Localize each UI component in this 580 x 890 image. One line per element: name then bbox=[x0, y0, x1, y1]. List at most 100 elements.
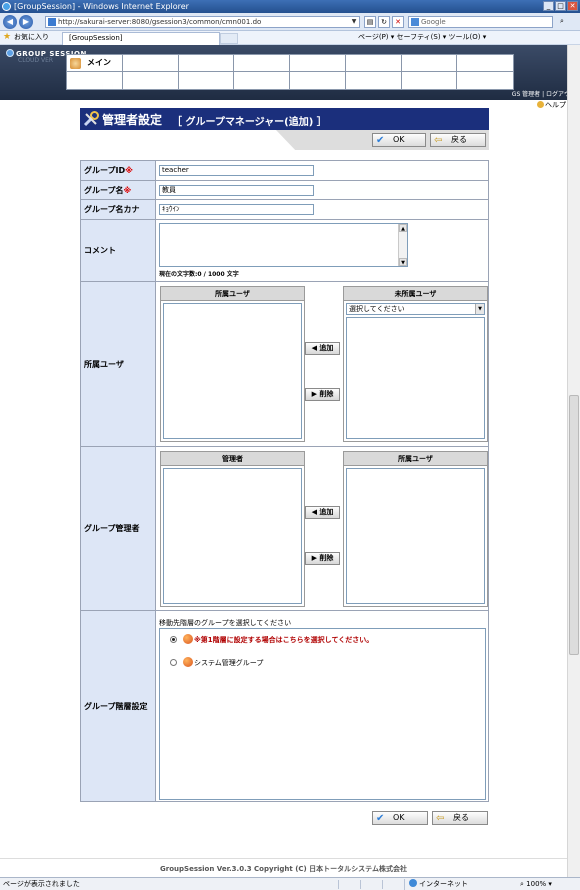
row-group-kana: グループ名カナ ｷｮｳｲﾝ bbox=[81, 200, 488, 220]
compat-view-icon[interactable]: ▤ bbox=[364, 16, 376, 28]
admin-remove-button[interactable]: ▶ 削除 bbox=[305, 552, 340, 565]
menu-cell[interactable] bbox=[234, 72, 290, 89]
refresh-icon[interactable]: ↻ bbox=[378, 16, 390, 28]
minimize-button[interactable]: _ bbox=[543, 1, 554, 11]
close-window-button[interactable]: ✕ bbox=[567, 1, 578, 11]
menu-cell[interactable] bbox=[457, 72, 513, 89]
security-zone[interactable]: インターネット bbox=[404, 879, 468, 890]
hierarchy-tree: ※第1階層に設定する場合はこちらを選択してください。 システム管理グループ bbox=[159, 628, 486, 800]
scroll-up-icon[interactable]: ▲ bbox=[399, 224, 407, 232]
members-add-button[interactable]: ◀ 追加 bbox=[305, 342, 340, 355]
menu-cell[interactable] bbox=[178, 55, 235, 72]
search-placeholder: Google bbox=[421, 18, 446, 26]
new-tab-button[interactable] bbox=[220, 33, 238, 44]
menu-cell[interactable] bbox=[67, 72, 123, 89]
window-title: [GroupSession] - Windows Internet Explor… bbox=[14, 2, 189, 11]
row-group-name: グループ名 ※ 教員 bbox=[81, 181, 488, 200]
page-subtitle: ［ グループマネージャー(追加) ］ bbox=[172, 117, 327, 128]
menu-cell[interactable] bbox=[402, 72, 458, 89]
required-mark: ※ bbox=[123, 185, 132, 195]
required-mark: ※ bbox=[125, 166, 133, 175]
row-group-id: グループID ※ teacher bbox=[81, 161, 488, 181]
maximize-button[interactable]: □ bbox=[555, 1, 566, 11]
back-nav-icon[interactable]: ◀ bbox=[3, 15, 17, 29]
chevron-down-icon[interactable]: ▼ bbox=[475, 304, 484, 314]
browser-tab[interactable]: [GroupSession] bbox=[62, 32, 220, 45]
page-scrollbar[interactable] bbox=[567, 45, 580, 877]
admin-members-listbox[interactable] bbox=[346, 468, 485, 604]
comment-label: コメント bbox=[81, 220, 156, 281]
menu-cell[interactable] bbox=[123, 72, 179, 89]
back-button-label: 戻る bbox=[451, 135, 467, 144]
group-kana-input[interactable]: ｷｮｳｲﾝ bbox=[159, 204, 314, 215]
scroll-down-icon[interactable]: ▼ bbox=[399, 258, 407, 266]
members-remove-button[interactable]: ▶ 削除 bbox=[305, 388, 340, 401]
menu-cell[interactable] bbox=[290, 55, 346, 72]
favorites-star-icon[interactable]: ★ bbox=[3, 33, 11, 42]
group-kana-label: グループ名カナ bbox=[81, 200, 156, 219]
group-icon bbox=[183, 657, 193, 667]
menu-cell[interactable] bbox=[346, 72, 402, 89]
forward-nav-icon[interactable]: ▶ bbox=[19, 15, 33, 29]
status-bar: ページが表示されました インターネット ⌕ 100% ▾ bbox=[0, 877, 580, 890]
menu-cell[interactable] bbox=[122, 55, 179, 72]
ok-button-bottom[interactable]: ✔ OK bbox=[372, 811, 428, 825]
members-listbox[interactable] bbox=[163, 303, 302, 439]
command-bar[interactable]: ページ(P) ▾ セーフティ(S) ▾ ツール(O) ▾ bbox=[358, 31, 486, 44]
textarea-scrollbar[interactable]: ▲ ▼ bbox=[398, 224, 407, 266]
group-select[interactable]: 選択してください ▼ bbox=[346, 303, 485, 315]
hierarchy-option-system[interactable]: システム管理グループ bbox=[170, 657, 263, 668]
help-label: ヘルプ bbox=[545, 101, 566, 109]
menu-cell[interactable] bbox=[401, 55, 458, 72]
hierarchy-option-top-label: ※第1階層に設定する場合はこちらを選択してください。 bbox=[194, 636, 374, 644]
search-icon[interactable]: ⌕ bbox=[556, 16, 568, 28]
group-name-input[interactable]: 教員 bbox=[159, 185, 314, 196]
nonmembers-listbox[interactable] bbox=[346, 317, 485, 439]
admin-pane-header: 管理者 bbox=[161, 452, 304, 466]
help-link[interactable]: ヘルプ bbox=[537, 100, 566, 110]
footer-divider bbox=[0, 858, 567, 859]
admin-listbox[interactable] bbox=[163, 468, 302, 604]
members-pane: 所属ユーザ bbox=[160, 286, 305, 442]
radio-icon[interactable] bbox=[170, 659, 177, 666]
favorites-button[interactable]: お気に入り bbox=[14, 31, 49, 44]
ok-button-label: OK bbox=[393, 813, 405, 822]
group-form: グループID ※ teacher グループ名 ※ 教員 グループ名カナ ｷｮｳｲﾝ … bbox=[80, 160, 489, 802]
nonmembers-pane-header: 未所属ユーザ bbox=[344, 287, 487, 301]
members-label: 所属ユーザ bbox=[81, 282, 156, 446]
footer-copyright: GroupSession Ver.3.0.3 Copyright (C) 日本ト… bbox=[160, 865, 407, 873]
back-arrow-icon: ⇦ bbox=[436, 813, 445, 824]
group-name-label-text: グループ名 bbox=[84, 185, 124, 195]
back-button-bottom[interactable]: ⇦ 戻る bbox=[432, 811, 488, 825]
admin-add-button[interactable]: ◀ 追加 bbox=[305, 506, 340, 519]
chevron-down-icon[interactable]: ▼ bbox=[350, 18, 358, 26]
search-input[interactable]: Google bbox=[408, 16, 553, 28]
ie-logo-icon bbox=[2, 2, 11, 11]
zoom-level[interactable]: ⌕ 100% ▾ bbox=[520, 879, 552, 889]
members-pane-header: 所属ユーザ bbox=[161, 287, 304, 301]
row-comment: コメント ▲ ▼ 現在の文字数:0 / 1000 文字 bbox=[81, 220, 488, 282]
back-button-label: 戻る bbox=[453, 813, 469, 822]
page-heading: 管理者設定 ［ グループマネージャー(追加) ］ bbox=[80, 108, 489, 130]
scrollbar-thumb[interactable] bbox=[569, 395, 579, 655]
ok-button-top[interactable]: ✔ OK bbox=[372, 133, 426, 147]
status-divider bbox=[360, 880, 361, 889]
menu-item-main[interactable]: メイン bbox=[67, 55, 123, 72]
radio-selected-icon[interactable] bbox=[170, 636, 177, 643]
hierarchy-option-top[interactable]: ※第1階層に設定する場合はこちらを選択してください。 bbox=[170, 634, 373, 645]
menu-cell[interactable] bbox=[457, 55, 513, 72]
menu-cell[interactable] bbox=[345, 55, 402, 72]
group-select-value: 選択してください bbox=[349, 305, 405, 313]
group-id-input[interactable]: teacher bbox=[159, 165, 314, 176]
menu-cell[interactable] bbox=[179, 72, 235, 89]
row-hierarchy: グループ階層設定 移動先階層のグループを選択してください ※第1階層に設定する場… bbox=[81, 611, 488, 801]
back-button-top[interactable]: ⇦ 戻る bbox=[430, 133, 486, 147]
comment-textarea[interactable]: ▲ ▼ bbox=[159, 223, 408, 267]
magnifier-icon: ⌕ bbox=[520, 880, 524, 888]
status-text: ページが表示されました bbox=[3, 880, 80, 888]
stop-icon[interactable]: ✕ bbox=[392, 16, 404, 28]
url-field[interactable]: http://sakurai-server:8080/gsession3/com… bbox=[45, 16, 360, 28]
menu-cell[interactable] bbox=[290, 72, 346, 89]
back-arrow-icon: ⇦ bbox=[434, 135, 443, 146]
menu-cell[interactable] bbox=[234, 55, 290, 72]
